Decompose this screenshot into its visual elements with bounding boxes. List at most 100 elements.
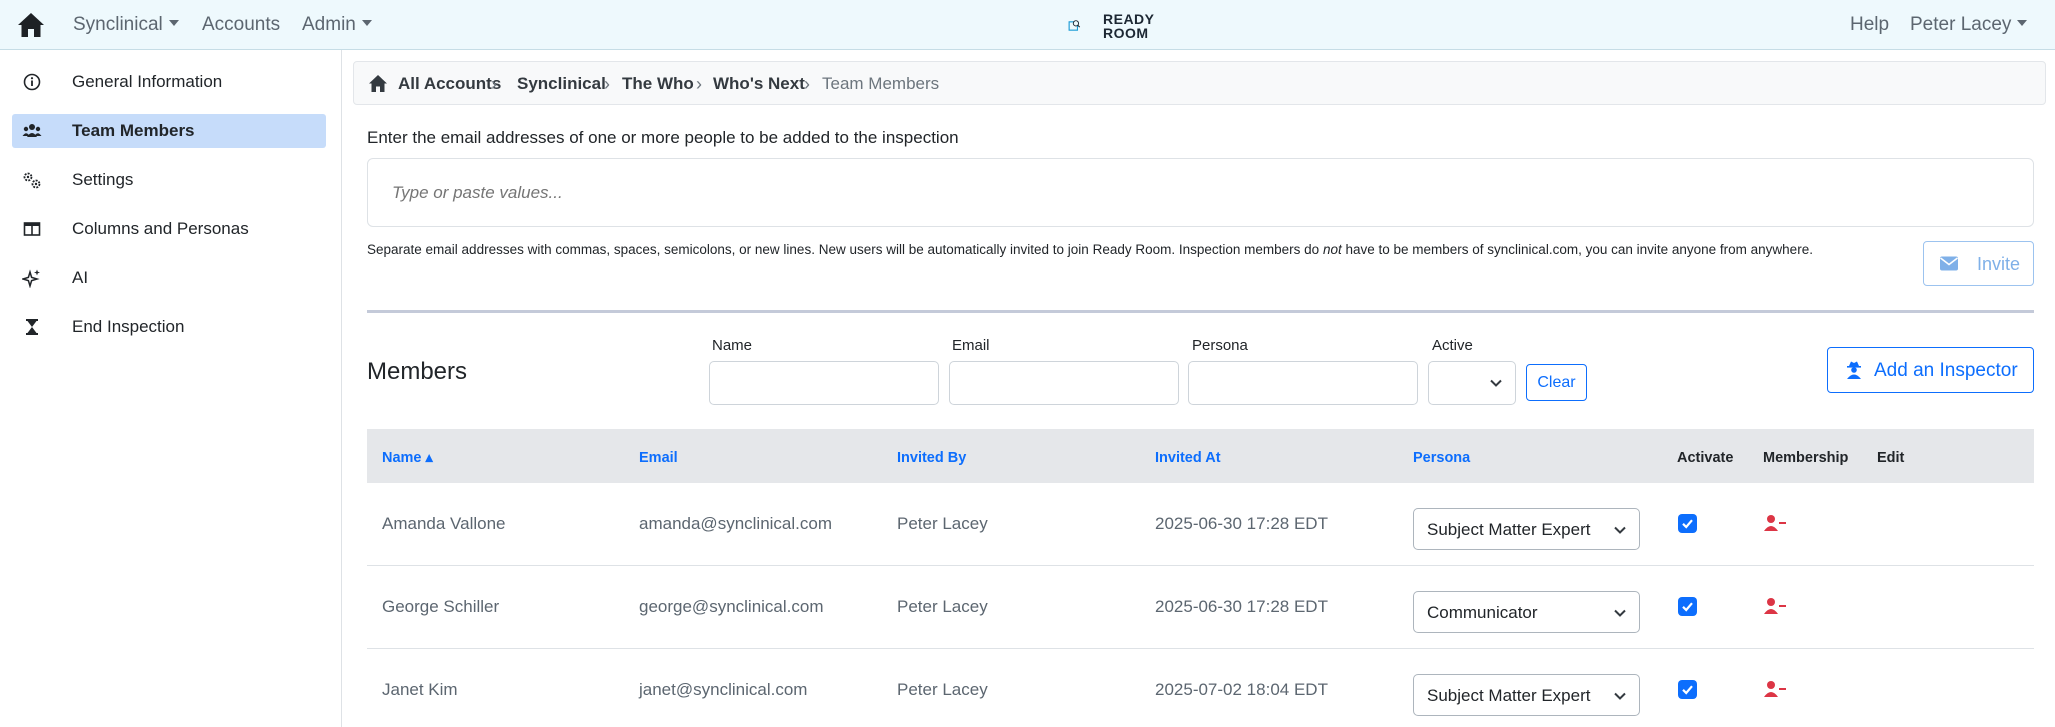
chevron-down-icon [1490, 379, 1502, 387]
sidebar-item-label: General Information [72, 72, 223, 91]
top-navbar: Synclinical Accounts Admin READY ROOM He… [0, 0, 2055, 50]
chevron-right-icon: › [491, 74, 497, 94]
remove-user-icon[interactable] [1763, 597, 1787, 615]
sidebar-item-team-members[interactable]: Team Members [12, 114, 326, 148]
breadcrumb: All Accounts › Synclinical › The Who › W… [353, 61, 2046, 105]
column-header-name[interactable]: Name ▴ [382, 450, 433, 466]
member-email: janet@synclinical.com [639, 680, 808, 699]
activate-checkbox[interactable] [1678, 514, 1697, 533]
column-header-activate: Activate [1677, 450, 1734, 466]
breadcrumb-whos-next[interactable]: Who's Next [713, 74, 805, 94]
sidebar-item-settings[interactable]: Settings [12, 163, 326, 197]
sidebar-item-label: Team Members [72, 121, 195, 140]
filter-persona-input[interactable] [1188, 361, 1418, 405]
member-name: Amanda Vallone [382, 514, 506, 533]
chevron-down-icon [1614, 692, 1626, 700]
home-icon[interactable] [368, 74, 388, 93]
breadcrumb-synclinical[interactable]: Synclinical [517, 74, 606, 94]
column-header-invited-by[interactable]: Invited By [897, 450, 966, 466]
sidebar-item-columns-and-personas[interactable]: Columns and Personas [12, 212, 326, 246]
column-header-invited-at[interactable]: Invited At [1155, 450, 1221, 466]
user-secret-icon [1847, 361, 1861, 379]
check-icon [1682, 685, 1693, 695]
sidebar-item-label: End Inspection [72, 317, 185, 336]
filter-email-input[interactable] [949, 361, 1179, 405]
add-inspector-button[interactable]: Add an Inspector [1827, 347, 2034, 393]
member-email: amanda@synclinical.com [639, 514, 833, 533]
breadcrumb-the-who[interactable]: The Who [622, 74, 694, 94]
member-invited-at: 2025-06-30 17:28 EDT [1155, 514, 1328, 533]
member-invited-by: Peter Lacey [897, 597, 988, 616]
info-circle-icon [23, 73, 41, 91]
member-email: george@synclinical.com [639, 597, 824, 616]
persona-select[interactable]: Subject Matter Expert [1413, 508, 1640, 550]
column-header-membership: Membership [1763, 450, 1849, 466]
filter-email-label: Email [952, 337, 990, 354]
member-invited-by: Peter Lacey [897, 680, 988, 699]
ready-room-logo[interactable] [1068, 9, 1102, 43]
members-table-header: Name ▴ Email Invited By Invited At Perso… [367, 429, 2034, 483]
chevron-right-icon: › [604, 74, 610, 94]
column-header-edit: Edit [1877, 450, 1905, 466]
table-row: Amanda Vallone amanda@synclinical.com Pe… [367, 483, 2034, 566]
check-icon [1682, 519, 1693, 529]
chevron-right-icon: › [804, 74, 810, 94]
home-icon[interactable] [16, 11, 46, 39]
breadcrumb-all-accounts[interactable]: All Accounts [398, 74, 501, 94]
sidebar-item-ai[interactable]: AI [12, 261, 326, 295]
remove-user-icon[interactable] [1763, 680, 1787, 698]
check-icon [1682, 602, 1693, 612]
menu-admin[interactable]: Admin [302, 14, 372, 36]
invite-email-input[interactable] [367, 158, 2034, 227]
gears-icon [23, 172, 41, 189]
invite-prompt: Enter the email addresses of one or more… [367, 128, 959, 147]
filter-active-select[interactable] [1428, 361, 1516, 405]
filter-persona-label: Persona [1192, 337, 1248, 354]
table-row: Janet Kim janet@synclinical.com Peter La… [367, 649, 2034, 727]
sidebar-item-end-inspection[interactable]: End Inspection [12, 310, 326, 344]
member-invited-at: 2025-06-30 17:28 EDT [1155, 597, 1328, 616]
brand-name: READY ROOM [1103, 11, 1155, 41]
activate-checkbox[interactable] [1678, 680, 1697, 699]
sidebar-item-label: Settings [72, 170, 134, 189]
members-title: Members [367, 358, 468, 385]
caret-down-icon [361, 19, 372, 26]
clear-filters-button[interactable]: Clear [1526, 364, 1587, 401]
column-header-persona[interactable]: Persona [1413, 450, 1470, 466]
invite-help-text: Separate email addresses with commas, sp… [367, 242, 1813, 257]
breadcrumb-team-members: Team Members [822, 74, 940, 93]
help-link[interactable]: Help [1850, 14, 1889, 36]
caret-down-icon [168, 19, 179, 26]
filter-name-input[interactable] [709, 361, 939, 405]
member-name: Janet Kim [382, 680, 458, 699]
invite-button[interactable]: Invite [1923, 241, 2034, 286]
people-icon [22, 124, 42, 137]
sparkles-icon [22, 269, 40, 288]
section-divider [367, 310, 2034, 313]
sidebar-item-label: AI [72, 268, 89, 287]
member-invited-at: 2025-07-02 18:04 EDT [1155, 680, 1328, 699]
remove-user-icon[interactable] [1763, 514, 1787, 532]
sidebar-item-label: Columns and Personas [72, 219, 249, 238]
sidebar-item-general-information[interactable]: General Information [12, 65, 326, 99]
hourglass-icon [26, 319, 38, 335]
caret-down-icon [2017, 19, 2028, 26]
member-invited-by: Peter Lacey [897, 514, 988, 533]
persona-select[interactable]: Communicator [1413, 591, 1640, 633]
filter-name-label: Name [712, 337, 753, 354]
persona-select[interactable]: Subject Matter Expert [1413, 674, 1640, 716]
user-menu[interactable]: Peter Lacey [1910, 14, 2028, 36]
sidebar: General Information Team Members Setting… [0, 50, 342, 727]
column-header-email[interactable]: Email [639, 450, 678, 466]
menu-synclinical[interactable]: Synclinical [73, 14, 179, 36]
menu-accounts[interactable]: Accounts [202, 14, 280, 36]
table-columns-icon [23, 222, 41, 236]
member-name: George Schiller [382, 597, 500, 616]
activate-checkbox[interactable] [1678, 597, 1697, 616]
chevron-down-icon [1614, 609, 1626, 617]
chevron-down-icon [1614, 526, 1626, 534]
chevron-right-icon: › [696, 74, 702, 94]
envelope-icon [1940, 256, 1958, 271]
table-row: George Schiller george@synclinical.com P… [367, 566, 2034, 649]
filter-active-label: Active [1432, 337, 1473, 354]
